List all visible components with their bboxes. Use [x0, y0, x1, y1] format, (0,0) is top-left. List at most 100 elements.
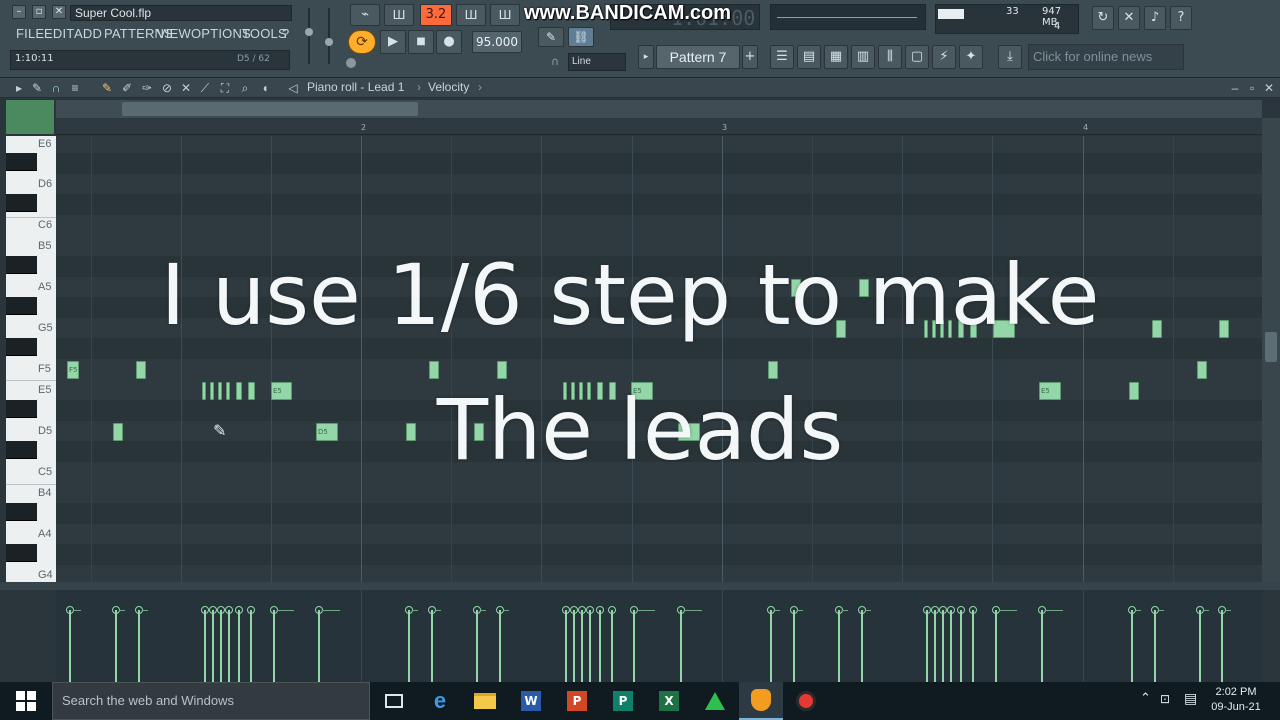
- close-icon[interactable]: ✕: [1262, 81, 1276, 95]
- velocity-handle[interactable]: [931, 606, 939, 614]
- menu-tools[interactable]: TOOLS: [242, 26, 287, 41]
- velocity-handle[interactable]: [947, 606, 955, 614]
- mixer-icon[interactable]: ⫼: [878, 45, 902, 69]
- tempo-display[interactable]: 95.000: [472, 31, 522, 53]
- master-pitch-slider[interactable]: [325, 8, 333, 64]
- browser-icon[interactable]: ▥: [851, 45, 875, 69]
- velocity-stem[interactable]: [115, 610, 117, 682]
- notifications-icon[interactable]: ▤: [1184, 691, 1197, 707]
- typing-keyboard-icon[interactable]: ⌁: [350, 4, 380, 26]
- publisher-icon[interactable]: P: [601, 682, 645, 720]
- speaker-icon[interactable]: ◁: [286, 81, 300, 95]
- velocity-handle[interactable]: [201, 606, 209, 614]
- wrench-icon[interactable]: ✎: [30, 81, 44, 95]
- note[interactable]: [768, 361, 778, 379]
- piano-keyboard[interactable]: E6 D6 C6 B5 A5 G5 F5 E5 D5 C5 B4 A4 G4: [6, 136, 56, 582]
- note[interactable]: F5: [67, 361, 79, 379]
- timeline-ruler[interactable]: 2 3 4: [56, 119, 1262, 135]
- velocity-stem[interactable]: [950, 610, 952, 682]
- plugin-icon[interactable]: ⚡: [932, 45, 956, 69]
- select-icon[interactable]: ⛶: [218, 81, 232, 95]
- file-explorer-icon[interactable]: [463, 682, 507, 720]
- close-icon[interactable]: ✕: [52, 5, 66, 19]
- note[interactable]: [1129, 382, 1139, 400]
- draw-tool-icon[interactable]: ✎: [538, 27, 564, 47]
- maximize-icon[interactable]: ▫: [1245, 81, 1259, 95]
- velocity-handle[interactable]: [596, 606, 604, 614]
- wizard-icon[interactable]: ✦: [959, 45, 983, 69]
- download-icon[interactable]: ⤓: [998, 45, 1022, 69]
- note[interactable]: [210, 382, 214, 400]
- velocity-stem[interactable]: [793, 610, 795, 682]
- online-news-link[interactable]: Click for online news: [1028, 44, 1184, 70]
- playlist-icon[interactable]: ☰: [770, 45, 794, 69]
- balance-knob[interactable]: [346, 58, 356, 68]
- blend-notes-icon[interactable]: Ш: [490, 4, 520, 26]
- note[interactable]: [226, 382, 230, 400]
- minimize-icon[interactable]: –: [1228, 81, 1242, 95]
- horizontal-scrollbar[interactable]: [56, 100, 1262, 118]
- velocity-stem[interactable]: [228, 610, 230, 682]
- drive-icon[interactable]: [693, 682, 737, 720]
- velocity-stem[interactable]: [573, 610, 575, 682]
- slice-icon[interactable]: ⟋: [198, 81, 212, 95]
- velocity-handle[interactable]: [586, 606, 594, 614]
- velocity-stem[interactable]: [138, 610, 140, 682]
- word-icon[interactable]: W: [509, 682, 553, 720]
- velocity-handle[interactable]: [608, 606, 616, 614]
- velocity-stem[interactable]: [838, 610, 840, 682]
- network-icon[interactable]: ⊡: [1160, 692, 1170, 706]
- velocity-stem[interactable]: [589, 610, 591, 682]
- velocity-handle[interactable]: [235, 606, 243, 614]
- velocity-stem[interactable]: [431, 610, 433, 682]
- piano-roll-icon[interactable]: ▦: [824, 45, 848, 69]
- magnet-snap-icon[interactable]: ∩: [49, 81, 63, 95]
- note[interactable]: [1197, 361, 1207, 379]
- velocity-handle[interactable]: [562, 606, 570, 614]
- velocity-handle[interactable]: [209, 606, 217, 614]
- master-volume-slider[interactable]: [305, 8, 313, 64]
- velocity-stem[interactable]: [1154, 610, 1156, 682]
- note[interactable]: [136, 361, 146, 379]
- step-edit-icon[interactable]: Ш: [384, 4, 414, 26]
- zoom-icon[interactable]: ⌕: [238, 81, 252, 95]
- velocity-stem[interactable]: [212, 610, 214, 682]
- velocity-stem[interactable]: [680, 610, 682, 682]
- mute-icon[interactable]: ✕: [179, 81, 193, 95]
- velocity-stem[interactable]: [250, 610, 252, 682]
- velocity-stem[interactable]: [861, 610, 863, 682]
- velocity-splitter[interactable]: [0, 582, 1280, 590]
- velocity-stem[interactable]: [1041, 610, 1043, 682]
- velocity-handle[interactable]: [923, 606, 931, 614]
- tools-icon[interactable]: ✕: [1118, 6, 1140, 30]
- velocity-stem[interactable]: [204, 610, 206, 682]
- pattern-selector[interactable]: Pattern 7: [656, 45, 740, 69]
- tray-chevron-icon[interactable]: ⌃: [1140, 691, 1151, 706]
- note[interactable]: [248, 382, 255, 400]
- event-target[interactable]: Velocity: [428, 80, 469, 94]
- start-button[interactable]: [0, 682, 52, 720]
- velocity-handle[interactable]: [969, 606, 977, 614]
- powerpoint-icon[interactable]: P: [555, 682, 599, 720]
- note[interactable]: [429, 361, 439, 379]
- taskbar-clock[interactable]: 2:02 PM 09-Jun-21: [1206, 685, 1266, 715]
- record-button[interactable]: ●: [436, 30, 462, 54]
- menu-add[interactable]: ADD: [74, 26, 102, 41]
- menu-view[interactable]: VIEW: [157, 26, 191, 41]
- delete-icon[interactable]: ⊘: [160, 81, 174, 95]
- bandicam-icon[interactable]: [784, 682, 828, 720]
- velocity-handle[interactable]: [578, 606, 586, 614]
- note[interactable]: [236, 382, 242, 400]
- velocity-stem[interactable]: [318, 610, 320, 682]
- playback-icon[interactable]: ◖: [258, 81, 272, 95]
- taskbar-search[interactable]: Search the web and Windows: [52, 682, 370, 720]
- note[interactable]: [1152, 320, 1162, 338]
- velocity-stem[interactable]: [238, 610, 240, 682]
- task-view-icon[interactable]: [372, 682, 416, 720]
- vertical-scrollbar[interactable]: [1262, 118, 1280, 582]
- menu-edit[interactable]: EDIT: [44, 26, 74, 41]
- restore-icon[interactable]: ▫: [32, 5, 46, 19]
- fl-studio-icon[interactable]: [739, 682, 783, 720]
- velocity-handle[interactable]: [247, 606, 255, 614]
- menu-help[interactable]: ?: [282, 26, 289, 41]
